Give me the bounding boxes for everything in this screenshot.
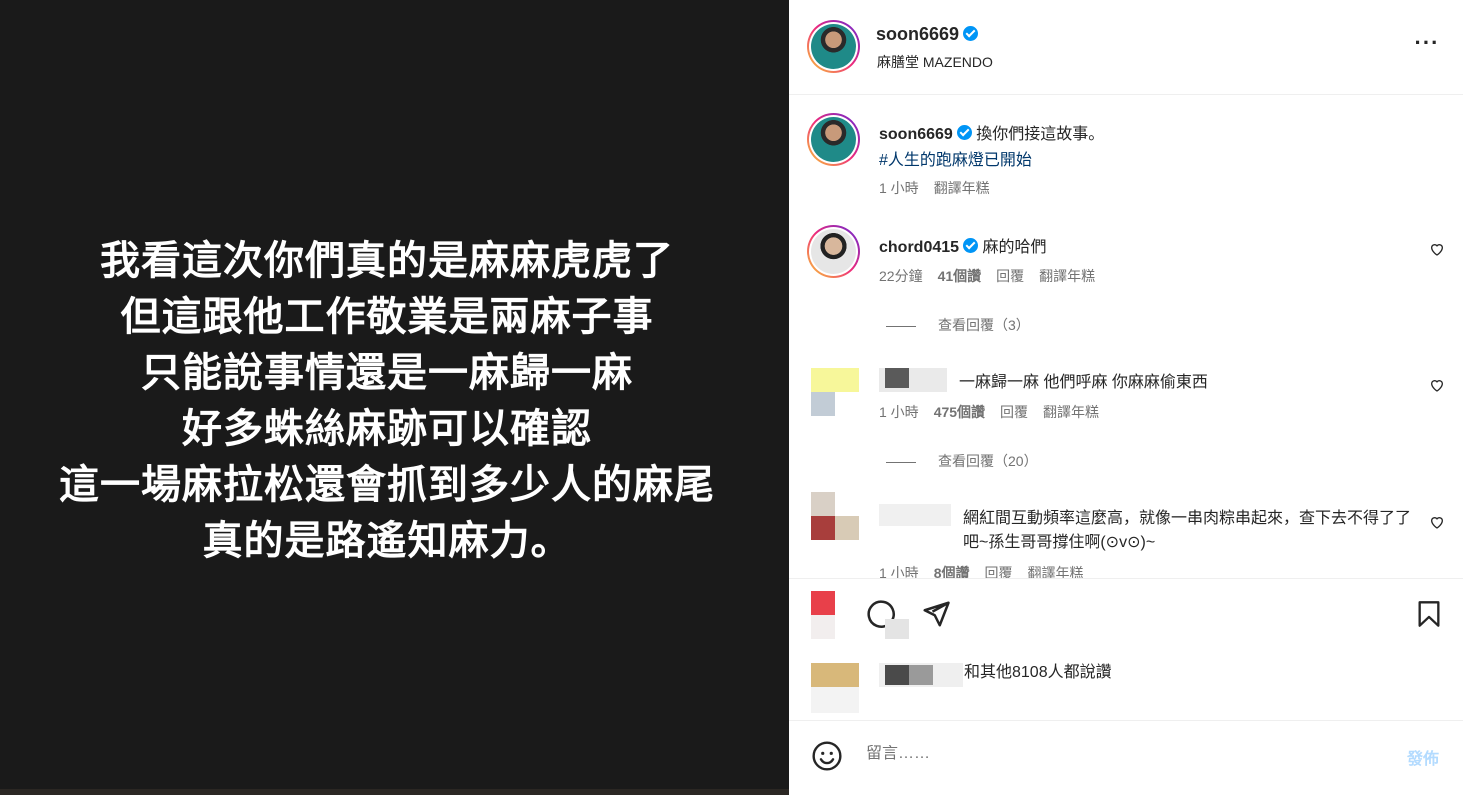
- blurred-username: [909, 665, 933, 685]
- blurred-avatar: [811, 516, 835, 540]
- comment-likes[interactable]: 41個讚: [938, 268, 982, 284]
- media-bottom-strip: [0, 789, 789, 795]
- instagram-post-view: 我看這次你們真的是麻麻虎虎了 但這跟他工作敬業是兩麻子事 只能說事情還是一麻歸一…: [0, 0, 1463, 795]
- media-line: 但這跟他工作敬業是兩麻子事: [120, 294, 654, 340]
- comment-avatar[interactable]: [807, 225, 860, 278]
- media-line: 只能說事情還是一麻歸一麻: [141, 350, 633, 396]
- view-replies-button[interactable]: 查看回覆（20）: [886, 451, 1038, 471]
- caption-line: soon6669 換你們接這故事。: [879, 120, 1104, 144]
- post-comment-button[interactable]: 發佈: [1407, 745, 1439, 769]
- reply-button[interactable]: 回覆: [984, 565, 1012, 578]
- emoji-icon[interactable]: [811, 740, 843, 772]
- post-header: soon6669 麻膳堂 MAZENDO ···: [789, 0, 1463, 95]
- verified-badge-icon: [963, 238, 979, 253]
- blurred-avatar: [835, 516, 859, 540]
- translate-button[interactable]: 翻譯年糕: [1027, 565, 1083, 578]
- action-bar: 和其他8108人都說讚: [789, 578, 1463, 720]
- author-avatar[interactable]: [807, 20, 860, 73]
- blurred-block: [885, 619, 909, 639]
- comment-time[interactable]: 22分鐘: [879, 268, 923, 284]
- comment-line: 一麻歸一麻 他們呼麻 你麻麻偷東西: [959, 368, 1208, 392]
- like-heart-icon[interactable]: [1429, 241, 1445, 257]
- comments-list[interactable]: soon6669 換你們接這故事。 #人生的跑麻燈已開始 1 小時 翻譯年糕 ch…: [789, 96, 1463, 578]
- like-heart-icon[interactable]: [1429, 377, 1445, 393]
- comment-username[interactable]: chord0415: [879, 239, 959, 256]
- comment-text: 一麻歸一麻 他們呼麻 你麻麻偷東西: [959, 374, 1208, 391]
- caption-username[interactable]: soon6669: [879, 126, 953, 143]
- blurred-username: [879, 504, 951, 526]
- comment-time[interactable]: 1 小時: [879, 565, 919, 578]
- blurred-username: [885, 665, 909, 685]
- media-text: 我看這次你們真的是麻麻虎虎了 但這跟他工作敬業是兩麻子事 只能說事情還是一麻歸一…: [0, 233, 774, 569]
- view-replies-label[interactable]: 查看回覆（3）: [938, 317, 1030, 333]
- location-label[interactable]: 麻膳堂 MAZENDO: [877, 52, 993, 72]
- blurred-avatar: [811, 687, 859, 713]
- post-media[interactable]: 我看這次你們真的是麻麻虎虎了 但這跟他工作敬業是兩麻子事 只能說事情還是一麻歸一…: [0, 0, 789, 795]
- view-replies-button[interactable]: 查看回覆（3）: [886, 315, 1030, 335]
- blurred-avatar: [811, 663, 859, 687]
- blurred-avatar: [811, 368, 859, 392]
- media-line: 好多蛛絲麻跡可以確認: [182, 406, 592, 452]
- blurred-username: [885, 368, 909, 388]
- comment-meta: 22分鐘 41個讚 回覆 翻譯年糕: [879, 266, 1110, 286]
- blurred-avatar: [811, 492, 835, 516]
- caption-translate[interactable]: 翻譯年糕: [934, 180, 990, 196]
- comment-meta: 1 小時 8個讚 回覆 翻譯年糕: [879, 563, 1098, 578]
- blurred-avatar: [811, 392, 835, 416]
- comment-likes[interactable]: 475個讚: [934, 404, 985, 420]
- comment-input[interactable]: [866, 745, 1346, 763]
- comment-composer: 發佈: [789, 720, 1463, 795]
- more-options-icon[interactable]: ···: [1412, 32, 1442, 56]
- comment-text: 麻的哈們: [982, 239, 1047, 256]
- comment-meta: 1 小時 475個讚 回覆 翻譯年糕: [879, 402, 1114, 422]
- caption-time[interactable]: 1 小時: [879, 180, 919, 196]
- likes-count[interactable]: 和其他8108人都說讚: [964, 658, 1112, 682]
- blurred-avatar: [811, 591, 835, 615]
- view-replies-label[interactable]: 查看回覆（20）: [938, 453, 1038, 469]
- verified-badge-icon: [963, 26, 979, 41]
- comment-likes[interactable]: 8個讚: [934, 565, 970, 578]
- media-line: 我看這次你們真的是麻麻虎虎了: [100, 238, 674, 284]
- comment-line: chord0415 麻的哈們: [879, 233, 1047, 257]
- post-details-panel: soon6669 麻膳堂 MAZENDO ··· soon6669 換你們接這故…: [789, 0, 1463, 795]
- comment-time[interactable]: 1 小時: [879, 404, 919, 420]
- caption-hashtag[interactable]: #人生的跑麻燈已開始: [879, 146, 1032, 170]
- translate-button[interactable]: 翻譯年糕: [1039, 268, 1095, 284]
- blurred-avatar: [811, 615, 835, 639]
- bookmark-save-icon[interactable]: [1415, 599, 1443, 629]
- author-username-text[interactable]: soon6669: [876, 24, 959, 44]
- share-send-icon[interactable]: [921, 599, 951, 629]
- reply-button[interactable]: 回覆: [996, 268, 1024, 284]
- caption-meta: 1 小時 翻譯年糕: [879, 178, 1005, 198]
- comment-text: 網紅間互動頻率這麼高，就像一串肉粽串起來，查下去不得了了吧~孫生哥哥撐住啊(⊙v…: [963, 510, 1412, 551]
- like-heart-icon[interactable]: [1429, 514, 1445, 530]
- author-username[interactable]: soon6669: [876, 24, 979, 45]
- caption-text: 換你們接這故事。: [976, 126, 1105, 143]
- media-line: 真的是路遙知麻力。: [202, 518, 572, 564]
- media-line: 這一場麻拉松還會抓到多少人的麻尾: [59, 462, 715, 508]
- caption-avatar[interactable]: [807, 113, 860, 166]
- reply-button[interactable]: 回覆: [1000, 404, 1028, 420]
- verified-badge-icon: [956, 125, 972, 140]
- translate-button[interactable]: 翻譯年糕: [1043, 404, 1099, 420]
